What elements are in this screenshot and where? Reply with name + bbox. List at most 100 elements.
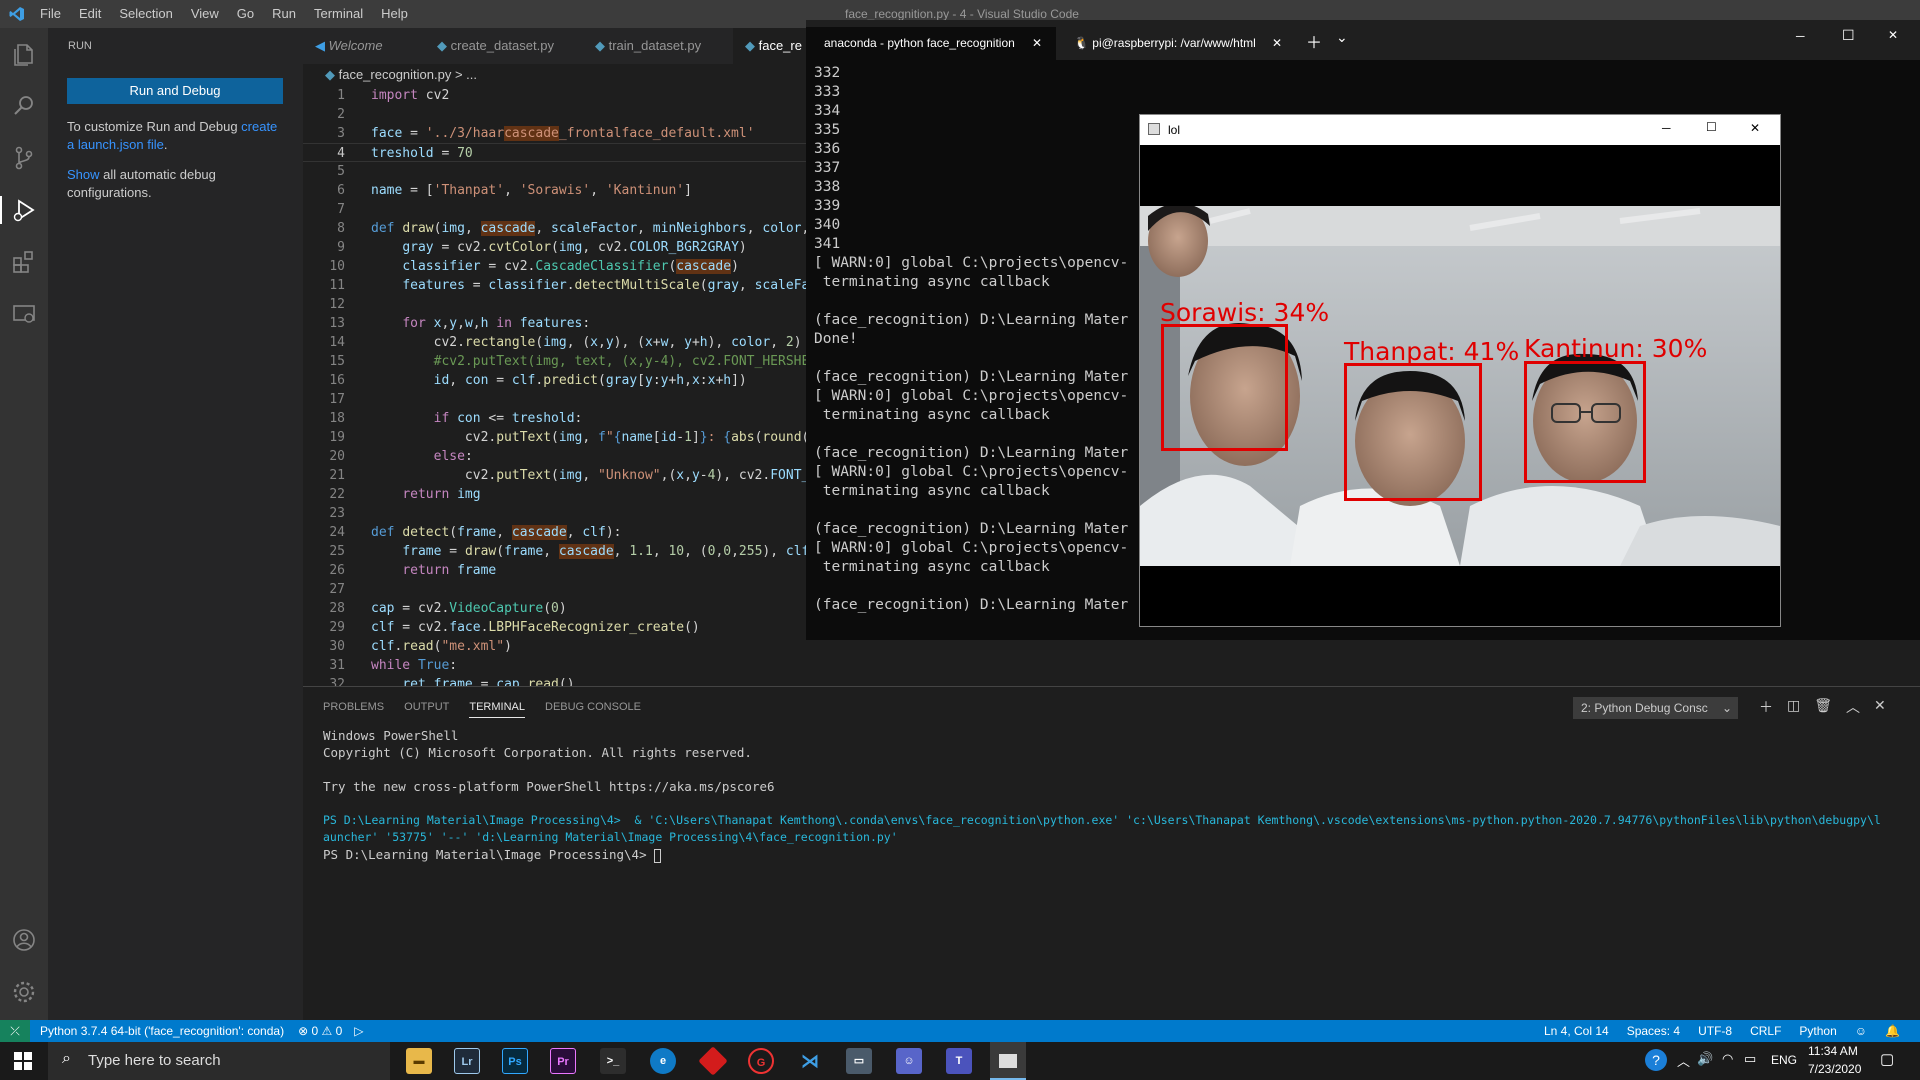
network-app-icon[interactable]: ▭ bbox=[846, 1048, 872, 1074]
garena-icon[interactable]: G bbox=[748, 1048, 774, 1074]
menu-run[interactable]: Run bbox=[272, 6, 296, 21]
run-and-debug-button[interactable]: Run and Debug bbox=[67, 78, 283, 104]
problems-count[interactable]: ⊗ 0 ⚠ 0 bbox=[298, 1020, 342, 1042]
wifi-icon[interactable]: ◠ bbox=[1722, 1051, 1733, 1067]
line-number: 32 bbox=[329, 677, 345, 686]
close-tab-icon[interactable]: ✕ bbox=[1272, 27, 1282, 60]
windows-start-icon[interactable] bbox=[14, 1052, 32, 1070]
new-tab-plus-icon[interactable]: ＋ bbox=[1306, 29, 1322, 53]
extensions-icon[interactable] bbox=[10, 248, 38, 276]
tray-chevron-up-icon[interactable]: ︿ bbox=[1677, 1051, 1690, 1070]
tab-welcome[interactable]: ◀ Welcome bbox=[303, 28, 425, 64]
code-line: cv2.putText(img, "Unknow",(x,y-4), cv2.F… bbox=[371, 468, 806, 483]
indentation[interactable]: Spaces: 4 bbox=[1627, 1020, 1680, 1042]
terminal-line: Try the new cross-platform PowerShell ht… bbox=[323, 779, 775, 794]
menu-edit[interactable]: Edit bbox=[79, 6, 101, 21]
panel-actions: ＋ ◫ 🗑 ︿ ✕ bbox=[1759, 697, 1886, 717]
battery-icon[interactable]: ▭ bbox=[1744, 1051, 1756, 1067]
line-number: 13 bbox=[329, 316, 345, 331]
menu-help[interactable]: Help bbox=[381, 6, 408, 21]
show-configs-text: Show all automatic debug configurations. bbox=[67, 167, 216, 200]
menu-view[interactable]: View bbox=[191, 6, 219, 21]
tab-output[interactable]: OUTPUT bbox=[404, 701, 449, 718]
maximize-panel-chevron-icon[interactable]: ︿ bbox=[1846, 697, 1860, 717]
new-terminal-plus-icon[interactable]: ＋ bbox=[1759, 697, 1773, 717]
teams-icon[interactable]: T bbox=[946, 1048, 972, 1074]
maximize-window-icon[interactable]: ☐ bbox=[1842, 27, 1855, 44]
preview-title: lol bbox=[1168, 123, 1181, 137]
red-diamond-app-icon[interactable] bbox=[698, 1046, 728, 1076]
minimize-window-icon[interactable]: ─ bbox=[1796, 29, 1805, 43]
menu-terminal[interactable]: Terminal bbox=[314, 6, 363, 21]
edge-browser-icon[interactable]: e bbox=[650, 1048, 676, 1074]
taskbar-search-box[interactable]: ⌕ Type here to search bbox=[48, 1042, 390, 1080]
menu-go[interactable]: Go bbox=[237, 6, 254, 21]
code-line: cv2.putText(img, f"{name[id-1]}: {abs(ro… bbox=[371, 430, 806, 445]
code-line: for x,y,w,h in features: bbox=[402, 316, 591, 331]
file-explorer-icon[interactable]: ▬ bbox=[406, 1048, 432, 1074]
active-window-icon[interactable] bbox=[990, 1042, 1026, 1080]
settings-gear-icon[interactable] bbox=[10, 978, 38, 1006]
clock-time[interactable]: 11:34 AM bbox=[1808, 1044, 1858, 1058]
code-line: gray = cv2.cvtColor(img, cv2.COLOR_BGR2G… bbox=[402, 240, 747, 255]
menu-file[interactable]: File bbox=[40, 6, 61, 21]
terminal-app-icon[interactable]: >_ bbox=[600, 1048, 626, 1074]
terminal-line: 333 bbox=[814, 84, 841, 100]
face-label: Thanpat: 41% bbox=[1344, 337, 1520, 366]
run-triangle-icon[interactable]: ▷ bbox=[354, 1020, 363, 1042]
linux-penguin-icon: 🐧 bbox=[1074, 36, 1093, 50]
code-editor[interactable]: 1 import cv2 2 3 face = '../3/haarcascade_… bbox=[303, 86, 806, 686]
explorer-icon[interactable] bbox=[10, 40, 38, 68]
trash-icon[interactable]: 🗑 bbox=[1814, 697, 1832, 717]
terminal-tab-raspberrypi[interactable]: 🐧 pi@raspberrypi: /var/www/html ✕ bbox=[1056, 27, 1296, 60]
accounts-icon[interactable] bbox=[10, 926, 38, 954]
language-indicator[interactable]: ENG bbox=[1771, 1053, 1797, 1067]
remote-indicator-icon[interactable]: ⤫ bbox=[0, 1020, 30, 1042]
show-link[interactable]: Show bbox=[67, 167, 100, 182]
tab-terminal[interactable]: TERMINAL bbox=[469, 701, 525, 718]
close-window-icon[interactable]: ✕ bbox=[1888, 28, 1898, 42]
close-tab-icon[interactable]: ✕ bbox=[1032, 27, 1042, 60]
split-terminal-icon[interactable]: ◫ bbox=[1787, 697, 1800, 717]
feedback-icon[interactable]: ☺ bbox=[1855, 1020, 1867, 1042]
line-number: 8 bbox=[337, 221, 345, 236]
tab-debug-console[interactable]: DEBUG CONSOLE bbox=[545, 701, 641, 718]
status-bar: ⤫ Python 3.7.4 64-bit ('face_recognition… bbox=[0, 1020, 1920, 1042]
help-icon[interactable]: ? bbox=[1645, 1049, 1667, 1071]
code-line: cap = cv2.VideoCapture(0) bbox=[371, 601, 567, 616]
notification-center-icon[interactable]: ▢ bbox=[1880, 1050, 1894, 1068]
run-debug-icon[interactable] bbox=[0, 196, 48, 224]
terminal-select-dropdown[interactable]: 2: Python Debug Consc ⌄ bbox=[1573, 697, 1738, 719]
minimize-window-icon[interactable]: ─ bbox=[1662, 121, 1671, 135]
lightroom-icon[interactable]: Lr bbox=[454, 1048, 480, 1074]
menu-selection[interactable]: Selection bbox=[119, 6, 172, 21]
photoshop-icon[interactable]: Ps bbox=[502, 1048, 528, 1074]
clock-date[interactable]: 7/23/2020 bbox=[1808, 1062, 1861, 1076]
terminal-tab-anaconda[interactable]: anaconda - python face_recognition ✕ bbox=[806, 27, 1056, 60]
tab-dropdown-chevron-icon[interactable]: ⌄ bbox=[1336, 29, 1348, 46]
tab-problems[interactable]: PROBLEMS bbox=[323, 701, 384, 718]
discord-icon[interactable]: ☺ bbox=[896, 1048, 922, 1074]
end-of-line[interactable]: CRLF bbox=[1750, 1020, 1781, 1042]
tab-create-dataset[interactable]: ◆ create_dataset.py bbox=[425, 28, 583, 64]
premiere-icon[interactable]: Pr bbox=[550, 1048, 576, 1074]
cursor-position[interactable]: Ln 4, Col 14 bbox=[1544, 1020, 1609, 1042]
source-control-icon[interactable] bbox=[10, 144, 38, 172]
maximize-window-icon[interactable]: ☐ bbox=[1706, 120, 1717, 134]
code-line: else: bbox=[433, 449, 473, 464]
tab-train-dataset[interactable]: ◆ train_dataset.py bbox=[583, 28, 733, 64]
remote-explorer-icon[interactable] bbox=[10, 300, 38, 328]
language-mode[interactable]: Python bbox=[1799, 1020, 1836, 1042]
close-panel-icon[interactable]: ✕ bbox=[1874, 697, 1886, 717]
python-interpreter[interactable]: Python 3.7.4 64-bit ('face_recognition':… bbox=[40, 1020, 284, 1042]
vscode-taskbar-icon[interactable]: ⋊ bbox=[797, 1048, 823, 1074]
volume-icon[interactable]: 🔊 bbox=[1697, 1051, 1713, 1067]
search-icon[interactable] bbox=[10, 92, 38, 120]
window-title: face_recognition.py - 4 - Visual Studio … bbox=[845, 7, 1079, 21]
tab-face-recognition[interactable]: ◆ face_re bbox=[733, 28, 806, 64]
close-window-icon[interactable]: ✕ bbox=[1750, 121, 1760, 135]
encoding[interactable]: UTF-8 bbox=[1698, 1020, 1732, 1042]
integrated-terminal[interactable]: Windows PowerShell Copyright (C) Microso… bbox=[323, 727, 1903, 863]
notifications-bell-icon[interactable]: 🔔 bbox=[1885, 1020, 1900, 1042]
breadcrumb[interactable]: ◆ face_recognition.py > ... bbox=[303, 64, 806, 86]
